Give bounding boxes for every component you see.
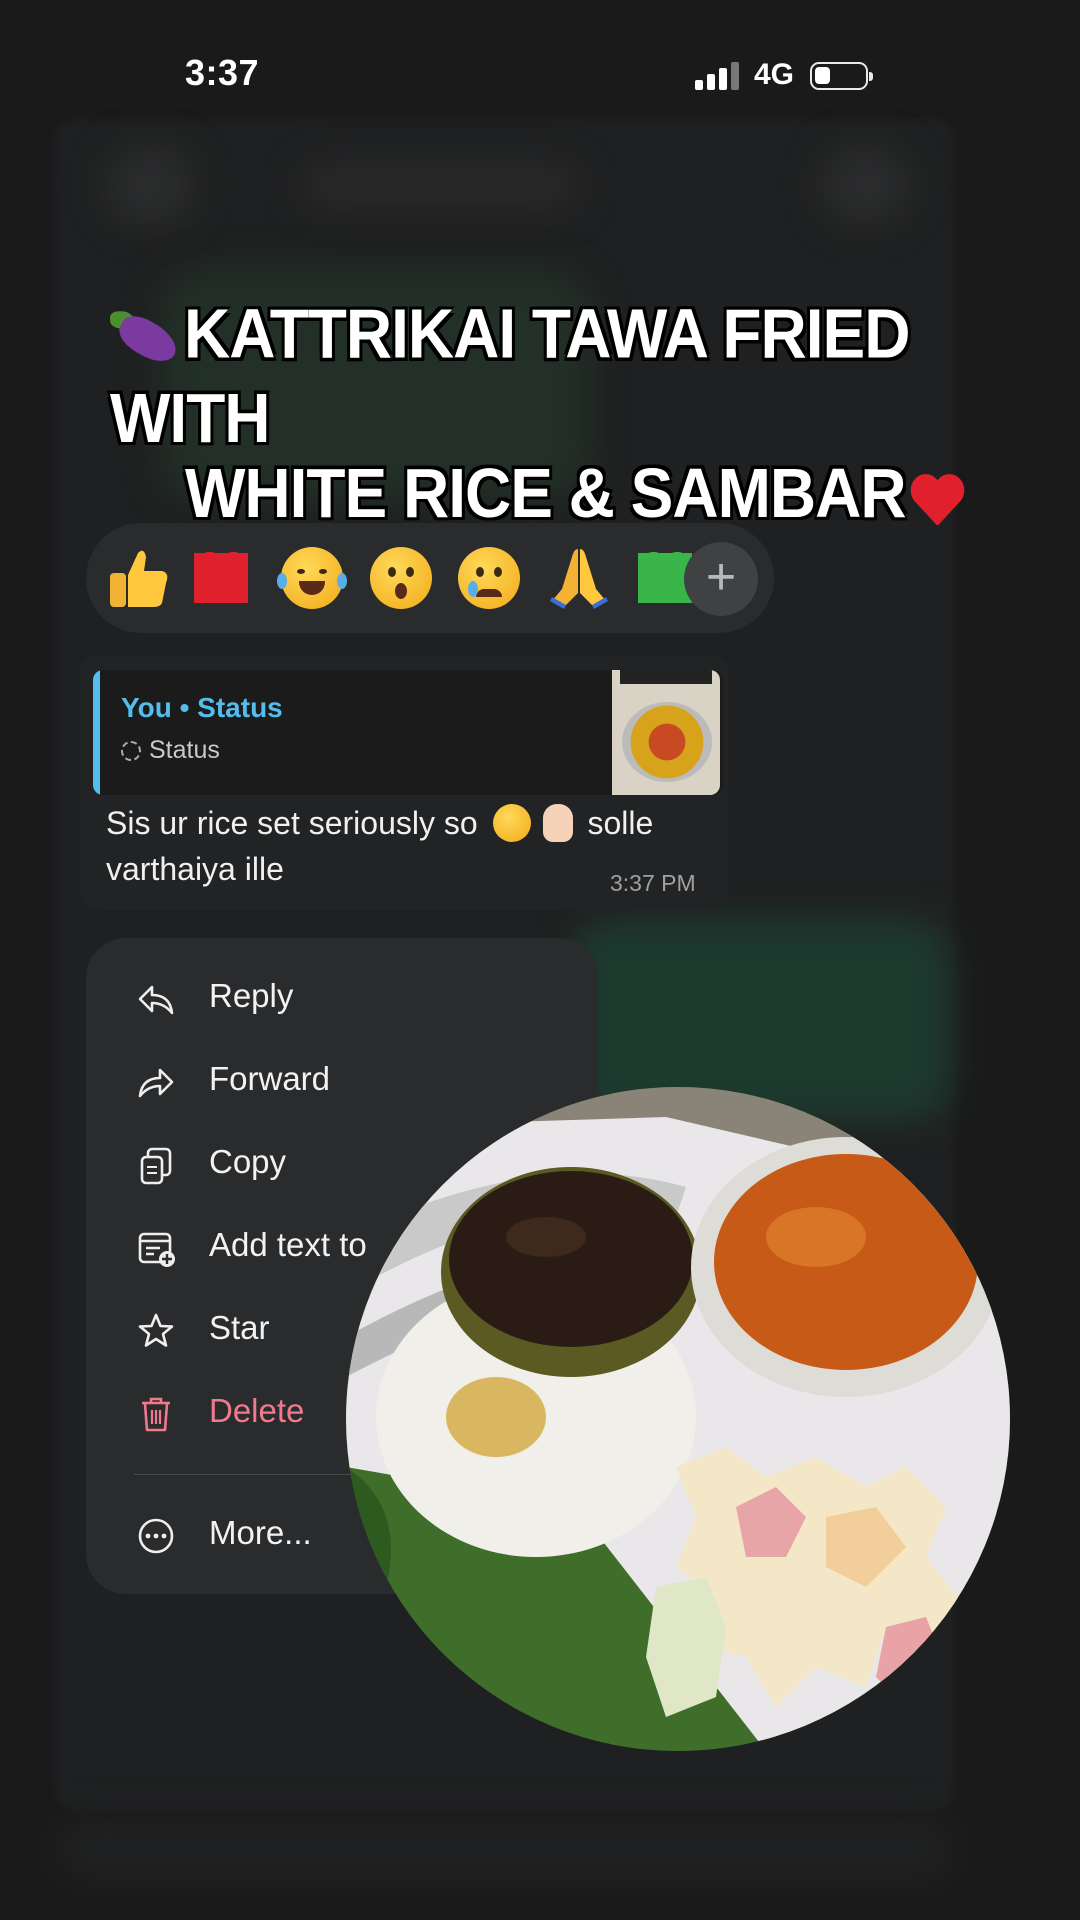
eggplant-icon (110, 307, 182, 372)
quote-title: You • Status (121, 692, 283, 723)
network-type: 4G (754, 58, 795, 91)
status-thumbnail[interactable] (612, 670, 720, 795)
signal-icon (695, 62, 739, 90)
quote-subtitle: Status (121, 736, 220, 765)
red-heart-reaction-icon[interactable] (194, 553, 248, 603)
food-photo (346, 1087, 1010, 1751)
status-time: 3:37 (185, 52, 260, 93)
status-caption: Kattrikai Tawa Fried With White Rice & S… (110, 295, 1010, 532)
star-icon (138, 1313, 174, 1347)
background-header-icon (820, 145, 910, 225)
trash-icon (142, 1397, 170, 1432)
caption-line-2: White Rice & Sambar (185, 454, 907, 532)
drooling-face-icon (492, 804, 531, 842)
status-ring-icon (121, 741, 141, 761)
status-bar: 3:37 4G (0, 0, 1080, 150)
menu-item-reply[interactable]: Reply (86, 961, 598, 1033)
background-input-bar (55, 1820, 955, 1880)
reply-icon (138, 985, 174, 1015)
message-time: 3:37 PM (610, 870, 696, 896)
tears-of-joy-icon[interactable] (277, 547, 347, 609)
more-icon (138, 1518, 174, 1554)
folded-hands-icon[interactable] (544, 543, 614, 613)
crying-icon[interactable] (458, 547, 520, 609)
red-heart-icon (908, 467, 966, 530)
more-reactions-button[interactable]: + (684, 542, 758, 616)
surprised-icon[interactable] (370, 547, 432, 609)
quote-accent-bar (93, 670, 100, 795)
forward-icon (138, 1068, 174, 1098)
background-avatar (105, 145, 195, 225)
add-note-icon (138, 1232, 175, 1267)
copy-icon (140, 1147, 172, 1185)
background-header-title (300, 165, 580, 205)
reaction-bar (86, 523, 774, 633)
battery-icon (810, 62, 873, 90)
caption-line-1: Kattrikai Tawa Fried With (110, 295, 910, 457)
menu-item-forward[interactable]: Forward (86, 1044, 598, 1116)
hand-gesture-icon (542, 804, 573, 842)
thumbs-up-icon[interactable] (104, 543, 174, 613)
